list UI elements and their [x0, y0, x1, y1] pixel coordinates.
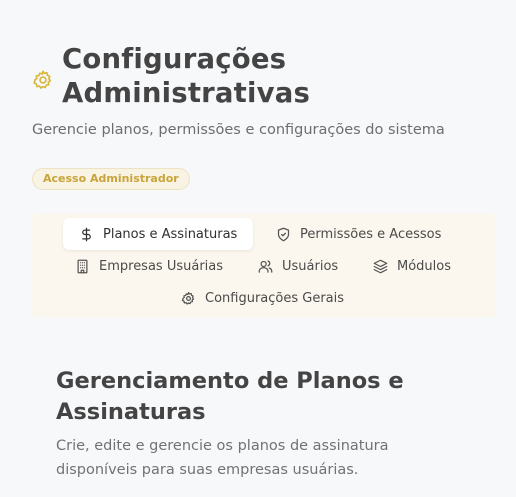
tab-label: Módulos: [397, 258, 451, 274]
section-description: Crie, edite e gerencie os planos de assi…: [56, 438, 389, 478]
tab-configuracoes-gerais[interactable]: Configurações Gerais: [181, 282, 344, 314]
dollar-icon: [79, 227, 94, 242]
tab-label: Configurações Gerais: [205, 290, 345, 306]
page-title: Configurações Administrativas: [62, 43, 311, 109]
tab-label: Planos e Assinaturas: [103, 226, 238, 242]
tabs-list: Planos e Assinaturas Permissões e Acesso…: [32, 213, 496, 317]
layers-icon: [373, 259, 388, 274]
building-icon: [75, 259, 90, 274]
status-badge: Acesso Administrador: [32, 168, 190, 190]
shield-icon: [276, 227, 291, 242]
tab-modulos[interactable]: Módulos: [373, 250, 451, 282]
gear-icon: [181, 291, 196, 306]
admin-settings-page: Configurações Administrativas Gerencie p…: [0, 0, 516, 497]
tab-permissoes-acessos[interactable]: Permissões e Acessos: [276, 218, 441, 250]
gear-icon: [32, 69, 54, 91]
tab-label: Empresas Usuárias: [99, 258, 224, 274]
tab-label: Permissões e Acessos: [300, 226, 442, 242]
section-title: Gerenciamento de Planos e Assinaturas: [56, 368, 404, 425]
users-icon: [258, 259, 273, 274]
tab-empresas-usuarias[interactable]: Empresas Usuárias: [75, 250, 223, 282]
header: Configurações Administrativas: [32, 42, 362, 110]
tab-planos-assinaturas[interactable]: Planos e Assinaturas: [63, 218, 254, 250]
page-subtitle: Gerencie planos, permissões e configuraç…: [32, 122, 445, 138]
tab-usuarios[interactable]: Usuários: [258, 250, 338, 282]
tab-label: Usuários: [282, 258, 339, 274]
